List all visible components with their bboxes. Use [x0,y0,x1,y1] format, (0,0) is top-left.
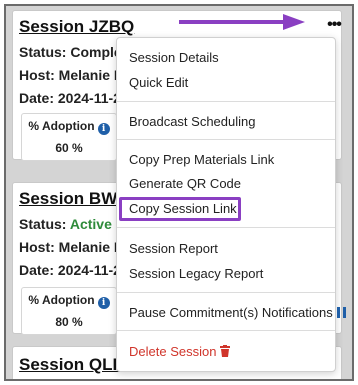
session-title-link[interactable]: Session JZBQ [19,17,134,37]
menu-item-session-report[interactable]: Session Report [129,241,218,256]
status-value: Active [69,216,112,232]
menu-item-pause-notifications[interactable]: Pause Commitment(s) Notifications [129,305,346,320]
menu-item-copy-prep-materials-link[interactable]: Copy Prep Materials Link [129,152,274,167]
menu-item-generate-qr-code[interactable]: Generate QR Code [129,176,241,191]
status-label: Status: [19,216,67,232]
annotation-highlight-box [119,197,241,221]
menu-divider [117,139,335,140]
menu-item-delete-session[interactable]: Delete Session [129,344,231,359]
menu-divider [117,227,335,228]
screenshot-frame: Session JZBQ Status: Complet Host: Melan… [4,4,354,381]
pause-icon [336,307,346,318]
status-label: Status: [19,44,67,60]
metric-value: 60 % [55,141,83,155]
adoption-metric: % Adoption i 60 % [21,113,117,161]
metric-value: 80 % [55,315,83,329]
menu-item-broadcast-scheduling[interactable]: Broadcast Scheduling [129,114,255,129]
metric-label: % Adoption i [22,119,116,135]
session-date: Date: 2024-11-2 [19,90,121,106]
menu-item-session-legacy-report[interactable]: Session Legacy Report [129,266,263,281]
menu-divider [117,101,335,102]
session-status: Status: Complet [19,44,126,60]
menu-divider [117,292,335,293]
adoption-metric: % Adoption i 80 % [21,287,117,335]
trash-icon [220,345,231,357]
session-host: Host: Melanie Hi [19,239,128,255]
session-date: Date: 2024-11-2 [19,262,121,278]
session-status: Status: Active [19,216,112,232]
menu-divider [117,330,335,331]
session-host: Host: Melanie Hi [19,67,128,83]
info-icon[interactable]: i [97,297,110,309]
menu-item-session-details[interactable]: Session Details [129,50,219,65]
info-icon[interactable]: i [97,123,110,135]
annotation-arrow-icon [179,14,305,30]
more-options-icon[interactable]: ••• [323,17,345,34]
metric-label: % Adoption i [22,293,116,309]
menu-item-quick-edit[interactable]: Quick Edit [129,75,188,90]
